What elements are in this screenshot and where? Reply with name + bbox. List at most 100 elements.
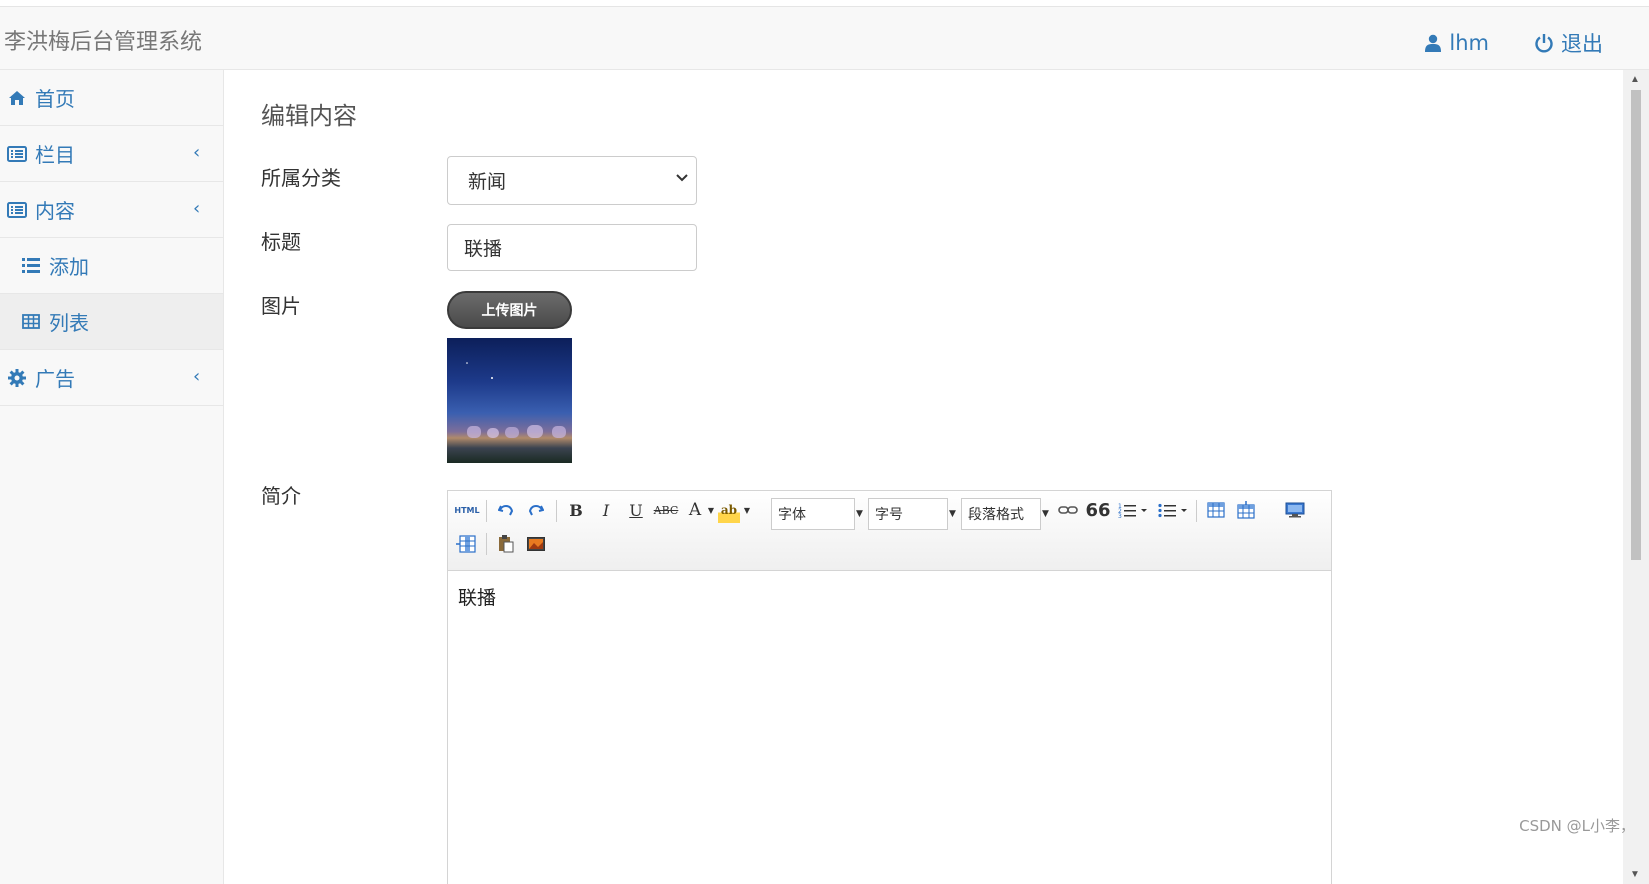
chevron-down-icon: ▼ bbox=[1040, 499, 1050, 529]
chevron-left-icon: ‹ bbox=[193, 142, 201, 163]
html-source-button[interactable]: HTML bbox=[454, 497, 480, 523]
ordered-list-button[interactable]: 123 bbox=[1116, 497, 1150, 523]
link-icon bbox=[1058, 506, 1078, 514]
category-label: 所属分类 bbox=[261, 166, 341, 190]
image-label: 图片 bbox=[261, 294, 301, 318]
scroll-down-icon[interactable]: ▼ bbox=[1630, 869, 1640, 880]
summary-label: 简介 bbox=[261, 484, 301, 508]
title-label: 标题 bbox=[261, 230, 301, 254]
top-navbar: 李洪梅后台管理系统 lhm 退出 bbox=[0, 0, 1649, 70]
top-border bbox=[0, 6, 1649, 7]
sidebar-item-label: 栏目 bbox=[35, 143, 75, 167]
font-family-select[interactable]: 字体 ▼ bbox=[771, 498, 863, 530]
logout-link[interactable]: 退出 bbox=[1535, 28, 1603, 58]
highlight-dropdown-icon[interactable]: ▼ bbox=[742, 497, 752, 523]
main-content: 编辑内容 所属分类 新闻 标题 联播 图片 上传图片 简介 HTML B I U… bbox=[225, 70, 1623, 884]
quote-icon: 66 bbox=[1085, 499, 1111, 521]
category-select[interactable]: 新闻 bbox=[447, 156, 697, 205]
strikethrough-button[interactable]: ABC bbox=[654, 497, 679, 523]
sidebar-item-columns[interactable]: 栏目 ‹ bbox=[0, 126, 223, 182]
sidebar-item-home[interactable]: 首页 bbox=[0, 70, 223, 126]
svg-text:3: 3 bbox=[1118, 513, 1122, 518]
unordered-list-icon bbox=[1158, 503, 1187, 518]
paragraph-format-select[interactable]: 段落格式 ▼ bbox=[961, 498, 1049, 530]
upload-image-button[interactable]: 上传图片 bbox=[447, 291, 572, 329]
list-alt-icon bbox=[6, 199, 28, 221]
sidebar-item-list[interactable]: 列表 bbox=[0, 294, 223, 350]
sidebar-item-content[interactable]: 内容 ‹ bbox=[0, 182, 223, 238]
insert-table-button[interactable] bbox=[1204, 497, 1228, 523]
page-scrollbar[interactable]: ▲ ▼ bbox=[1623, 70, 1649, 884]
brand-title[interactable]: 李洪梅后台管理系统 bbox=[4, 24, 202, 56]
user-icon bbox=[1425, 34, 1442, 52]
preview-button[interactable] bbox=[1282, 497, 1308, 523]
logout-label: 退出 bbox=[1561, 32, 1603, 56]
chevron-down-icon bbox=[676, 174, 688, 182]
toolbar-separator bbox=[486, 500, 487, 522]
italic-button[interactable]: I bbox=[594, 497, 618, 523]
table-icon bbox=[20, 311, 42, 333]
sidebar-item-label: 首页 bbox=[35, 87, 75, 111]
sidebar-item-label: 列表 bbox=[49, 311, 89, 335]
monitor-icon bbox=[1285, 502, 1305, 518]
undo-button[interactable] bbox=[494, 497, 518, 523]
sidebar-item-label: 内容 bbox=[35, 199, 75, 223]
navbar-right: lhm 退出 bbox=[1425, 28, 1649, 58]
image-thumbnail bbox=[447, 338, 572, 463]
font-size-value: 字号 bbox=[875, 507, 903, 523]
font-color-dropdown-icon[interactable]: ▼ bbox=[706, 497, 716, 523]
table-icon bbox=[1207, 502, 1225, 518]
unordered-list-button[interactable] bbox=[1156, 497, 1190, 523]
font-color-button[interactable]: A bbox=[684, 497, 706, 523]
editor-content[interactable]: 联播 bbox=[448, 571, 1331, 622]
sidebar-item-label: 广告 bbox=[35, 367, 75, 391]
highlight-button[interactable]: ab bbox=[718, 497, 740, 523]
home-icon bbox=[6, 87, 28, 109]
thumbnail-scene bbox=[466, 362, 566, 438]
toolbar-separator bbox=[1196, 500, 1197, 522]
link-button[interactable] bbox=[1056, 497, 1080, 523]
redo-button[interactable] bbox=[524, 497, 548, 523]
bold-button[interactable]: B bbox=[564, 497, 588, 523]
toolbar-separator bbox=[556, 500, 557, 522]
paste-button[interactable] bbox=[494, 531, 518, 557]
chevron-down-icon: ▼ bbox=[854, 499, 864, 529]
sidebar: 首页 栏目 ‹ 内容 ‹ 添加 列表 广告 ‹ bbox=[0, 70, 224, 884]
paste-icon bbox=[499, 535, 514, 553]
insert-column-button[interactable] bbox=[454, 531, 478, 557]
sidebar-item-add[interactable]: 添加 bbox=[0, 238, 223, 294]
title-input[interactable]: 联播 bbox=[447, 224, 697, 271]
underline-button[interactable]: U bbox=[624, 497, 648, 523]
chevron-left-icon: ‹ bbox=[193, 198, 201, 219]
scroll-thumb[interactable] bbox=[1631, 90, 1641, 560]
table-row-icon bbox=[1237, 501, 1255, 519]
scroll-up-icon[interactable]: ▲ bbox=[1630, 74, 1640, 85]
blockquote-button[interactable]: 66 bbox=[1085, 497, 1111, 523]
power-icon bbox=[1535, 34, 1553, 53]
paragraph-format-value: 段落格式 bbox=[968, 507, 1024, 523]
chevron-left-icon: ‹ bbox=[193, 366, 201, 387]
redo-icon bbox=[528, 505, 544, 516]
image-icon bbox=[527, 537, 545, 551]
font-size-select[interactable]: 字号 ▼ bbox=[868, 498, 956, 530]
user-name: lhm bbox=[1449, 31, 1489, 55]
rich-text-editor: HTML B I U ABC A ▼ ab ▼ 字体 ▼ 字号 ▼ 段落格式 ▼… bbox=[447, 490, 1332, 884]
undo-icon bbox=[498, 505, 514, 516]
page-title: 编辑内容 bbox=[261, 102, 357, 130]
table-column-icon bbox=[456, 535, 476, 553]
chevron-down-icon: ▼ bbox=[947, 499, 957, 529]
watermark: CSDN @L小李， bbox=[1519, 817, 1635, 835]
toolbar-separator bbox=[486, 533, 487, 555]
editor-toolbar: HTML B I U ABC A ▼ ab ▼ 字体 ▼ 字号 ▼ 段落格式 ▼… bbox=[448, 491, 1331, 571]
category-value: 新闻 bbox=[468, 171, 507, 193]
font-family-value: 字体 bbox=[778, 507, 806, 523]
gear-icon bbox=[6, 367, 28, 389]
ordered-list-icon: 123 bbox=[1118, 503, 1147, 518]
sidebar-item-ads[interactable]: 广告 ‹ bbox=[0, 350, 223, 406]
list-icon bbox=[20, 255, 42, 277]
sidebar-item-label: 添加 bbox=[49, 255, 89, 279]
insert-row-button[interactable] bbox=[1234, 497, 1258, 523]
list-alt-icon bbox=[6, 143, 28, 165]
insert-image-button[interactable] bbox=[524, 531, 548, 557]
user-menu[interactable]: lhm bbox=[1425, 28, 1489, 58]
